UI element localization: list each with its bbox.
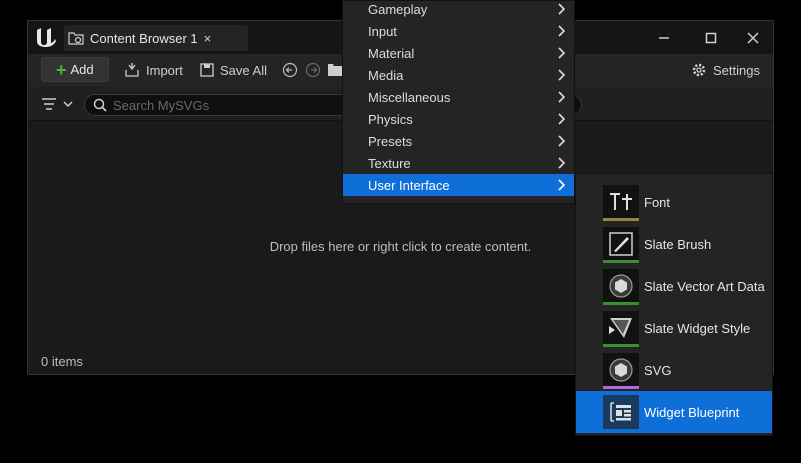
tab-close-icon[interactable]: ×: [204, 31, 212, 46]
menu-item-texture[interactable]: Texture: [343, 152, 574, 174]
submenu-item-slate-vector-art-data[interactable]: Slate Vector Art Data: [576, 265, 772, 307]
add-button-label: Add: [70, 62, 94, 77]
menu-item-label: Physics: [368, 111, 413, 127]
add-button[interactable]: + Add: [41, 57, 109, 82]
close-window-button[interactable]: [741, 27, 765, 49]
plus-icon: +: [56, 59, 67, 80]
submenu-item-slate-widget-style[interactable]: Slate Widget Style: [576, 307, 772, 349]
search-icon: [93, 98, 107, 112]
svg-icon: [609, 358, 633, 382]
chevron-right-icon: [558, 179, 566, 191]
menu-item-gameplay[interactable]: Gameplay: [343, 0, 574, 20]
save-all-label: Save All: [220, 62, 267, 78]
maximize-button[interactable]: [699, 27, 723, 49]
widget-style-icon: [609, 318, 632, 338]
menu-item-media[interactable]: Media: [343, 64, 574, 86]
vector-art-thumbnail: [603, 269, 639, 305]
menu-item-miscellaneous[interactable]: Miscellaneous: [343, 86, 574, 108]
submenu-item-font[interactable]: Font: [576, 181, 772, 223]
submenu-item-label: Widget Blueprint: [644, 404, 740, 420]
widget-style-thumbnail: [603, 311, 639, 347]
import-label: Import: [146, 62, 183, 78]
maximize-icon: [705, 32, 717, 44]
tab-title: Content Browser 1: [90, 30, 198, 46]
menu-item-input[interactable]: Input: [343, 20, 574, 42]
gear-icon: [692, 63, 706, 77]
minimize-icon: [659, 37, 669, 39]
back-arrow-icon[interactable]: [282, 62, 298, 78]
menu-item-label: Material: [368, 45, 415, 61]
submenu-item-slate-brush[interactable]: Slate Brush: [576, 223, 772, 265]
chevron-right-icon: [558, 3, 566, 15]
menu-item-label: Media: [368, 67, 404, 83]
settings-label: Settings: [713, 62, 760, 78]
settings-button[interactable]: Settings: [691, 60, 760, 80]
tab-content-browser[interactable]: Content Browser 1 ×: [64, 25, 248, 51]
import-button[interactable]: Import: [124, 60, 183, 80]
minimize-button[interactable]: [652, 27, 676, 49]
submenu-item-label: Slate Widget Style: [644, 320, 751, 336]
menu-item-label: Gameplay: [368, 1, 428, 17]
submenu-item-svg[interactable]: SVG: [576, 349, 772, 391]
menu-item-label: Presets: [368, 133, 413, 149]
chevron-right-icon: [558, 113, 566, 125]
menu-item-label: User Interface: [368, 177, 450, 193]
import-icon: [125, 63, 139, 77]
submenu-item-widget-blueprint[interactable]: Widget Blueprint: [576, 391, 772, 433]
submenu-item-label: Slate Vector Art Data: [644, 278, 765, 294]
forward-arrow-icon[interactable]: [305, 62, 321, 78]
folder-icon[interactable]: [328, 63, 342, 76]
chevron-right-icon: [558, 91, 566, 103]
submenu-item-label: Font: [644, 194, 671, 210]
slate-brush-icon: [609, 232, 633, 256]
category-menu: Gameplay Input Material Media Miscellane…: [342, 0, 575, 204]
user-interface-submenu: Font Slate Brush Slate Vector Art Data S…: [575, 173, 773, 436]
font-icon: [610, 193, 632, 210]
close-icon: [747, 32, 759, 44]
chevron-right-icon: [558, 25, 566, 37]
filter-button[interactable]: [41, 96, 73, 115]
chevron-right-icon: [558, 47, 566, 59]
menu-item-presets[interactable]: Presets: [343, 130, 574, 152]
menu-item-physics[interactable]: Physics: [343, 108, 574, 130]
font-thumbnail: [603, 185, 639, 221]
chevron-right-icon: [558, 157, 566, 169]
menu-item-material[interactable]: Material: [343, 42, 574, 64]
slate-brush-thumbnail: [603, 227, 639, 263]
widget-blueprint-icon: [610, 402, 631, 422]
menu-item-label: Miscellaneous: [368, 89, 451, 105]
chevron-right-icon: [558, 135, 566, 147]
svg-thumbnail: [603, 353, 639, 389]
menu-item-user-interface[interactable]: User Interface: [343, 174, 574, 196]
widget-blueprint-thumbnail: [603, 395, 639, 429]
menu-item-label: Texture: [368, 155, 411, 171]
save-all-button[interactable]: Save All: [200, 60, 267, 80]
chevron-right-icon: [558, 69, 566, 81]
menu-item-label: Input: [368, 23, 397, 39]
unreal-logo-icon[interactable]: [34, 25, 58, 49]
submenu-item-label: Slate Brush: [644, 236, 712, 252]
item-count: 0 items: [41, 354, 83, 369]
submenu-item-label: SVG: [644, 362, 672, 378]
vector-art-icon: [609, 274, 633, 298]
save-icon: [200, 63, 214, 77]
filter-icon: [42, 98, 73, 110]
folder-search-icon: [68, 32, 84, 45]
